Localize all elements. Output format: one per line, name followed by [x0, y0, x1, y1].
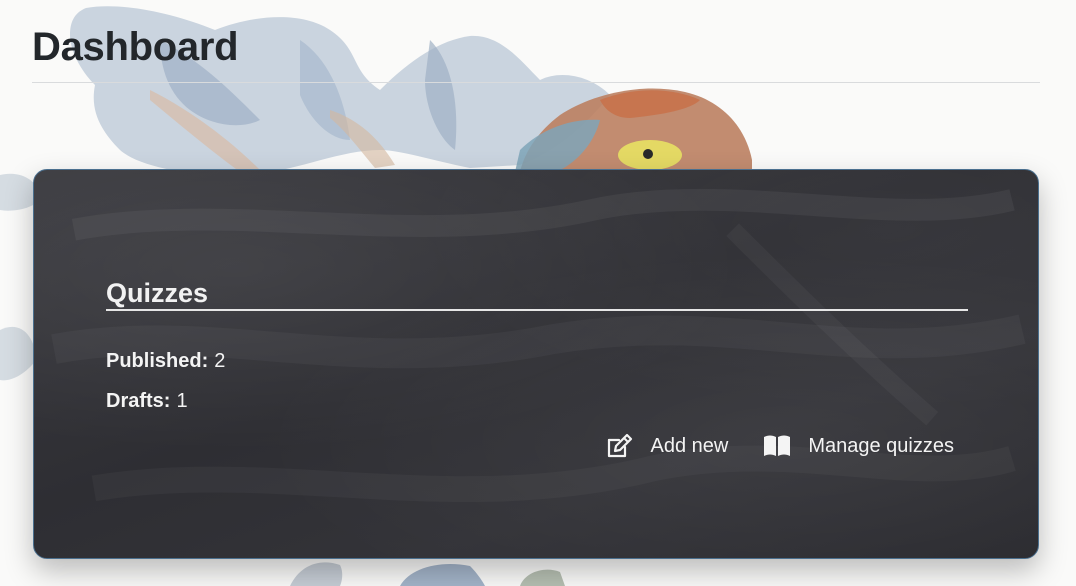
- card-title: Quizzes: [106, 278, 209, 308]
- add-new-button[interactable]: Add new: [605, 432, 729, 460]
- page-header: Dashboard: [32, 22, 1040, 83]
- manage-quizzes-button[interactable]: Manage quizzes: [762, 432, 954, 460]
- header-divider: [32, 82, 1040, 83]
- card-actions: Add new Manage quizzes: [605, 432, 954, 460]
- add-new-label: Add new: [650, 434, 729, 457]
- stat-drafts-value: 1: [176, 389, 188, 412]
- page-title: Dashboard: [32, 25, 239, 69]
- stat-published-label: Published:: [106, 349, 209, 372]
- card-content: Quizzes Published: 2 Drafts: 1: [106, 278, 968, 429]
- stat-drafts: Drafts: 1: [106, 389, 968, 413]
- dashboard-page: Dashboard Quizzes Published:2 Drafts:1: [0, 0, 1076, 586]
- stat-published-value: 2: [214, 349, 226, 372]
- stat-drafts-label: Drafts:: [106, 389, 171, 412]
- quizzes-card: Quizzes Published: 2 Drafts: 1 Add new M…: [33, 169, 1039, 559]
- book-open-icon: [764, 435, 791, 456]
- manage-quizzes-label: Manage quizzes: [808, 434, 954, 457]
- quiz-stats: Published: 2 Drafts: 1: [106, 349, 968, 413]
- edit-icon: [607, 433, 632, 458]
- stat-published: Published: 2: [106, 349, 968, 373]
- card-title-divider: [106, 309, 968, 311]
